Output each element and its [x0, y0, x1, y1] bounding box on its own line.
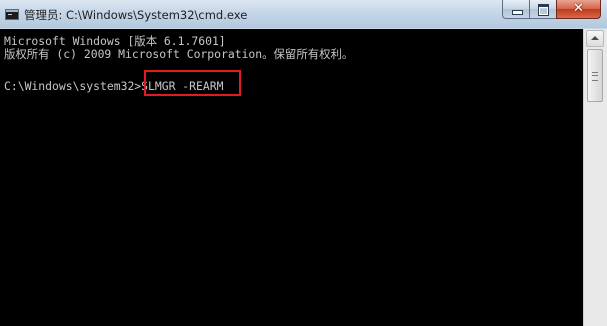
- scroll-up-arrow-icon[interactable]: [586, 30, 604, 47]
- caption-buttons: ✕: [502, 0, 601, 20]
- vertical-scrollbar[interactable]: [583, 29, 607, 326]
- title-bar[interactable]: 管理员: C:\Windows\System32\cmd.exe ✕: [0, 0, 607, 28]
- minimize-icon: [512, 10, 523, 15]
- console-line-copyright: 版权所有 (c) 2009 Microsoft Corporation。保留所有…: [4, 47, 354, 61]
- grip-icon: [592, 72, 598, 81]
- cmd-window: 管理员: C:\Windows\System32\cmd.exe ✕ Micro…: [0, 0, 607, 326]
- maximize-button[interactable]: [529, 0, 556, 19]
- console-output[interactable]: Microsoft Windows [版本 6.1.7601] 版权所有 (c)…: [0, 29, 583, 326]
- window-title: 管理员: C:\Windows\System32\cmd.exe: [24, 8, 248, 22]
- maximize-icon: [538, 4, 549, 16]
- scrollbar-thumb[interactable]: [587, 49, 603, 102]
- close-button[interactable]: ✕: [556, 0, 601, 19]
- command-highlight-box: [144, 70, 241, 96]
- close-icon: ✕: [573, 1, 584, 16]
- cmd-icon[interactable]: [5, 9, 19, 20]
- minimize-button[interactable]: [502, 0, 529, 19]
